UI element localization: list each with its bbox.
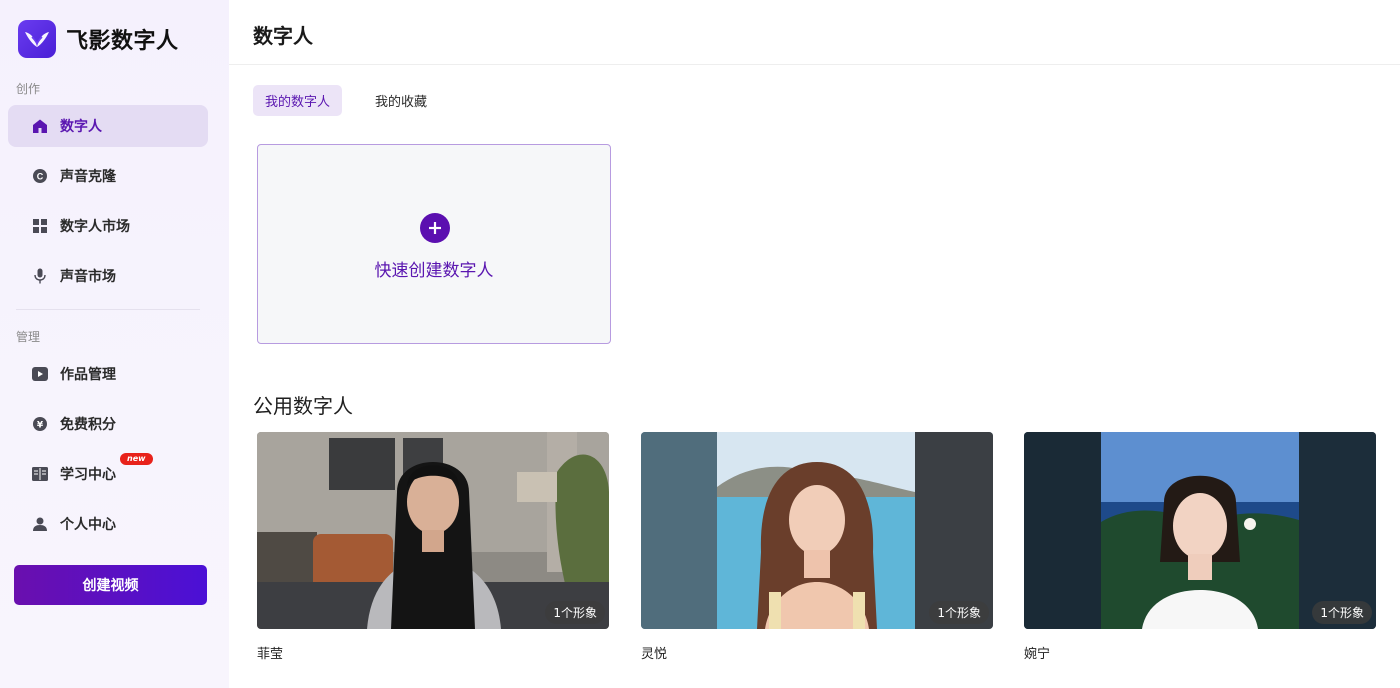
copyright-icon: C [32, 168, 48, 184]
play-icon [32, 366, 48, 382]
section-label-manage: 管理 [16, 330, 41, 344]
avatar-name: 菲莹 [257, 647, 284, 662]
sidebar-item-works[interactable]: 作品管理 [8, 353, 208, 395]
new-badge: new [120, 453, 153, 465]
quick-create-label: 快速创建数字人 [374, 261, 494, 281]
home-icon [32, 118, 48, 134]
page-title: 数字人 [253, 24, 313, 48]
sidebar: 飞影数字人 创作 数字人 C 声音克隆 数字人市场 声音市场 管理 作品管理 ¥… [0, 0, 229, 688]
microphone-icon [32, 268, 48, 284]
sidebar-item-digital-human[interactable]: 数字人 [8, 105, 208, 147]
main-content: 数字人 我的数字人 我的收藏 快速创建数字人 公用数字人 1个形象 菲莹 1个形… [229, 0, 1400, 688]
sidebar-item-label: 免费积分 [60, 417, 116, 433]
sidebar-item-profile[interactable]: 个人中心 [8, 503, 208, 545]
sidebar-item-label: 数字人 [60, 119, 102, 135]
sidebar-item-label: 个人中心 [60, 517, 116, 533]
brand[interactable]: 飞影数字人 [18, 19, 179, 59]
brand-name: 飞影数字人 [66, 29, 179, 54]
wing-logo-icon [18, 20, 56, 58]
sidebar-item-label: 作品管理 [60, 367, 116, 383]
avatar-card-feiying[interactable]: 1个形象 [257, 432, 609, 629]
svg-text:¥: ¥ [37, 421, 44, 431]
tab-my-favorites[interactable]: 我的收藏 [363, 85, 439, 116]
avatar-card-lingyue[interactable]: 1个形象 [641, 432, 993, 629]
tab-my-digital-human[interactable]: 我的数字人 [253, 85, 343, 116]
sidebar-item-label: 数字人市场 [60, 219, 130, 235]
avatar-card-wanning[interactable]: 1个形象 [1024, 432, 1376, 629]
sidebar-item-learning[interactable]: 学习中心 new [8, 453, 208, 495]
sidebar-item-voice-market[interactable]: 声音市场 [8, 255, 208, 297]
grid-icon [32, 218, 48, 234]
user-icon [32, 516, 48, 532]
quick-create-card[interactable]: 快速创建数字人 [257, 144, 611, 344]
avatar-image [641, 432, 993, 629]
sidebar-item-label: 声音市场 [60, 269, 116, 285]
plus-icon [420, 213, 450, 243]
book-icon [32, 466, 48, 482]
sidebar-item-human-market[interactable]: 数字人市场 [8, 205, 208, 247]
header: 数字人 [229, 0, 1400, 65]
public-section-title: 公用数字人 [253, 394, 353, 418]
image-count-badge: 1个形象 [1312, 601, 1372, 624]
avatar-image [1024, 432, 1376, 629]
create-video-button[interactable]: 创建视频 [14, 565, 207, 605]
image-count-badge: 1个形象 [929, 601, 989, 624]
sidebar-divider [16, 309, 200, 310]
image-count-badge: 1个形象 [545, 601, 605, 624]
sidebar-item-label: 声音克隆 [60, 169, 116, 185]
sidebar-item-voice-clone[interactable]: C 声音克隆 [8, 155, 208, 197]
section-label-create: 创作 [16, 82, 41, 96]
avatar-name: 婉宁 [1024, 647, 1051, 662]
svg-text:C: C [37, 172, 44, 182]
sidebar-item-label: 学习中心 [60, 467, 116, 483]
avatar-image [257, 432, 609, 629]
sidebar-item-credits[interactable]: ¥ 免费积分 [8, 403, 208, 445]
avatar-name: 灵悦 [641, 647, 668, 662]
yen-icon: ¥ [32, 416, 48, 432]
